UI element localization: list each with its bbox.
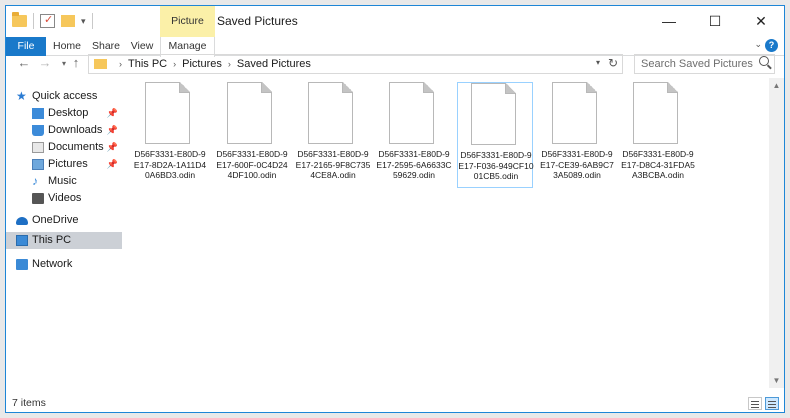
scroll-up-icon[interactable]: ▲ bbox=[769, 78, 784, 93]
pin-icon[interactable]: 📌 bbox=[107, 139, 118, 156]
nav-item-onedrive[interactable]: OneDrive bbox=[6, 212, 122, 229]
nav-item-documents[interactable]: Documents 📌 bbox=[6, 139, 122, 156]
breadcrumb-chevron-icon[interactable]: › bbox=[173, 59, 176, 69]
pictures-icon bbox=[32, 159, 44, 170]
refresh-icon[interactable]: ↻ bbox=[608, 56, 618, 70]
breadcrumb-pictures[interactable]: Pictures bbox=[182, 58, 222, 70]
address-history-chevron-icon[interactable]: ▾ bbox=[596, 58, 600, 67]
window-title: Saved Pictures bbox=[217, 14, 298, 28]
vertical-scrollbar[interactable]: ▲ ▼ bbox=[769, 78, 784, 388]
documents-icon bbox=[32, 142, 44, 153]
search-icon[interactable] bbox=[759, 56, 769, 66]
explorer-window: ▾ Picture Tools Saved Pictures — ☐ ✕ Fil… bbox=[5, 5, 785, 413]
nav-item-label: Downloads bbox=[48, 124, 103, 136]
folder-icon bbox=[12, 12, 27, 27]
nav-item-label: Videos bbox=[48, 192, 82, 204]
file-item[interactable]: D56F3331-E80D-9E17-F036-949CF1001CB5.odi… bbox=[457, 82, 534, 188]
file-name: D56F3331-E80D-9E17-2165-9F8C7354CE8A.odi… bbox=[295, 149, 371, 180]
scroll-down-icon[interactable]: ▼ bbox=[769, 373, 784, 388]
navigation-pane: ★ Quick access Desktop 📌 Downloads 📌 Doc… bbox=[6, 78, 122, 388]
pin-icon[interactable]: 📌 bbox=[107, 122, 118, 139]
up-arrow-icon[interactable]: ↑ bbox=[68, 55, 84, 70]
toolbar-divider bbox=[91, 13, 93, 29]
breadcrumb-chevron-icon[interactable]: › bbox=[228, 59, 231, 69]
nav-item-label: This PC bbox=[32, 234, 72, 246]
file-name: D56F3331-E80D-9E17-CE39-6AB9C73A5089.odi… bbox=[540, 149, 614, 180]
navigation-row: ← → ▾ ↑ › This PC › Pictures › Saved Pic… bbox=[6, 50, 784, 78]
pin-icon[interactable]: 📌 bbox=[107, 156, 118, 173]
file-icon bbox=[471, 83, 516, 145]
file-list: D56F3331-E80D-9E17-8D2A-1A11D40A6BD3.odi… bbox=[124, 78, 770, 388]
nav-item-pictures[interactable]: Pictures 📌 bbox=[6, 156, 122, 173]
details-view-icon[interactable] bbox=[748, 397, 762, 410]
nav-item-downloads[interactable]: Downloads 📌 bbox=[6, 122, 122, 139]
nav-item-label: Pictures bbox=[48, 158, 88, 170]
file-icon bbox=[308, 82, 353, 144]
file-icon bbox=[389, 82, 434, 144]
title-bar: ▾ Picture Tools Saved Pictures — ☐ ✕ bbox=[6, 6, 784, 57]
nav-item-network[interactable]: Network bbox=[6, 256, 122, 273]
this-pc-icon bbox=[16, 235, 28, 246]
music-icon: ♪ bbox=[32, 174, 38, 188]
nav-item-music[interactable]: ♪ Music bbox=[6, 173, 122, 190]
nav-item-quick-access[interactable]: ★ Quick access bbox=[6, 88, 122, 105]
back-arrow-icon[interactable]: ← bbox=[16, 55, 32, 70]
nav-item-label: Network bbox=[32, 258, 73, 270]
star-icon: ★ bbox=[16, 89, 27, 103]
file-name: D56F3331-E80D-9E17-600F-0C4D244DF100.odi… bbox=[216, 149, 288, 180]
file-icon bbox=[227, 82, 272, 144]
file-icon bbox=[633, 82, 678, 144]
status-bar: 7 items bbox=[6, 394, 784, 412]
file-item[interactable]: D56F3331-E80D-9E17-8D2A-1A11D40A6BD3.odi… bbox=[132, 82, 208, 188]
breadcrumb-chevron-icon[interactable]: › bbox=[119, 59, 122, 69]
picture-tools-tab: Picture Tools bbox=[160, 6, 215, 57]
expand-ribbon-chevron-icon[interactable]: ⌄ bbox=[754, 39, 762, 50]
breadcrumb-this-pc[interactable]: This PC bbox=[128, 58, 167, 70]
nav-item-label: Desktop bbox=[48, 107, 89, 119]
close-button[interactable]: ✕ bbox=[738, 6, 784, 37]
file-name: D56F3331-E80D-9E17-8D2A-1A11D40A6BD3.odi… bbox=[133, 149, 207, 180]
minimize-button[interactable]: — bbox=[646, 6, 692, 37]
file-item[interactable]: D56F3331-E80D-9E17-CE39-6AB9C73A5089.odi… bbox=[539, 82, 615, 188]
file-item[interactable]: D56F3331-E80D-9E17-2595-6A6633C59629.odi… bbox=[376, 82, 452, 188]
maximize-button[interactable]: ☐ bbox=[692, 6, 738, 37]
nav-item-videos[interactable]: Videos bbox=[6, 190, 122, 207]
search-input[interactable]: Search Saved Pictures bbox=[634, 54, 775, 74]
videos-icon bbox=[32, 193, 44, 204]
address-bar[interactable]: › This PC › Pictures › Saved Pictures ▾ … bbox=[88, 54, 623, 74]
search-placeholder: Search Saved Pictures bbox=[641, 58, 753, 70]
file-name: D56F3331-E80D-9E17-F036-949CF1001CB5.odi… bbox=[458, 150, 534, 181]
file-item[interactable]: D56F3331-E80D-9E17-D8C4-31FDA5A3BCBA.odi… bbox=[620, 82, 696, 188]
file-name: D56F3331-E80D-9E17-D8C4-31FDA5A3BCBA.odi… bbox=[621, 149, 695, 180]
nav-item-label: Quick access bbox=[32, 90, 98, 102]
file-name: D56F3331-E80D-9E17-2595-6A6633C59629.odi… bbox=[376, 149, 452, 180]
file-item[interactable]: D56F3331-E80D-9E17-600F-0C4D244DF100.odi… bbox=[214, 82, 290, 188]
pin-icon[interactable]: 📌 bbox=[107, 105, 118, 122]
network-icon bbox=[16, 259, 28, 270]
onedrive-icon bbox=[16, 217, 28, 225]
forward-arrow-icon[interactable]: → bbox=[37, 55, 53, 70]
customize-toolbar-chevron-icon[interactable]: ▾ bbox=[81, 16, 86, 27]
downloads-icon bbox=[32, 125, 44, 136]
large-icons-view-icon[interactable] bbox=[765, 397, 779, 410]
breadcrumb-saved-pictures[interactable]: Saved Pictures bbox=[237, 58, 311, 70]
nav-item-label: OneDrive bbox=[32, 214, 79, 226]
file-item[interactable]: D56F3331-E80D-9E17-2165-9F8C7354CE8A.odi… bbox=[295, 82, 371, 188]
nav-item-label: Music bbox=[48, 175, 77, 187]
nav-item-desktop[interactable]: Desktop 📌 bbox=[6, 105, 122, 122]
nav-item-this-pc[interactable]: This PC bbox=[6, 232, 122, 249]
quick-access-toolbar: ▾ bbox=[12, 12, 93, 29]
new-folder-icon[interactable] bbox=[61, 15, 75, 27]
nav-item-label: Documents bbox=[48, 141, 104, 153]
toolbar-divider bbox=[33, 13, 34, 29]
item-count: 7 items bbox=[12, 397, 46, 409]
desktop-icon bbox=[32, 108, 44, 119]
file-icon bbox=[145, 82, 190, 144]
properties-icon[interactable] bbox=[40, 13, 55, 28]
folder-icon bbox=[94, 59, 107, 69]
file-icon bbox=[552, 82, 597, 144]
